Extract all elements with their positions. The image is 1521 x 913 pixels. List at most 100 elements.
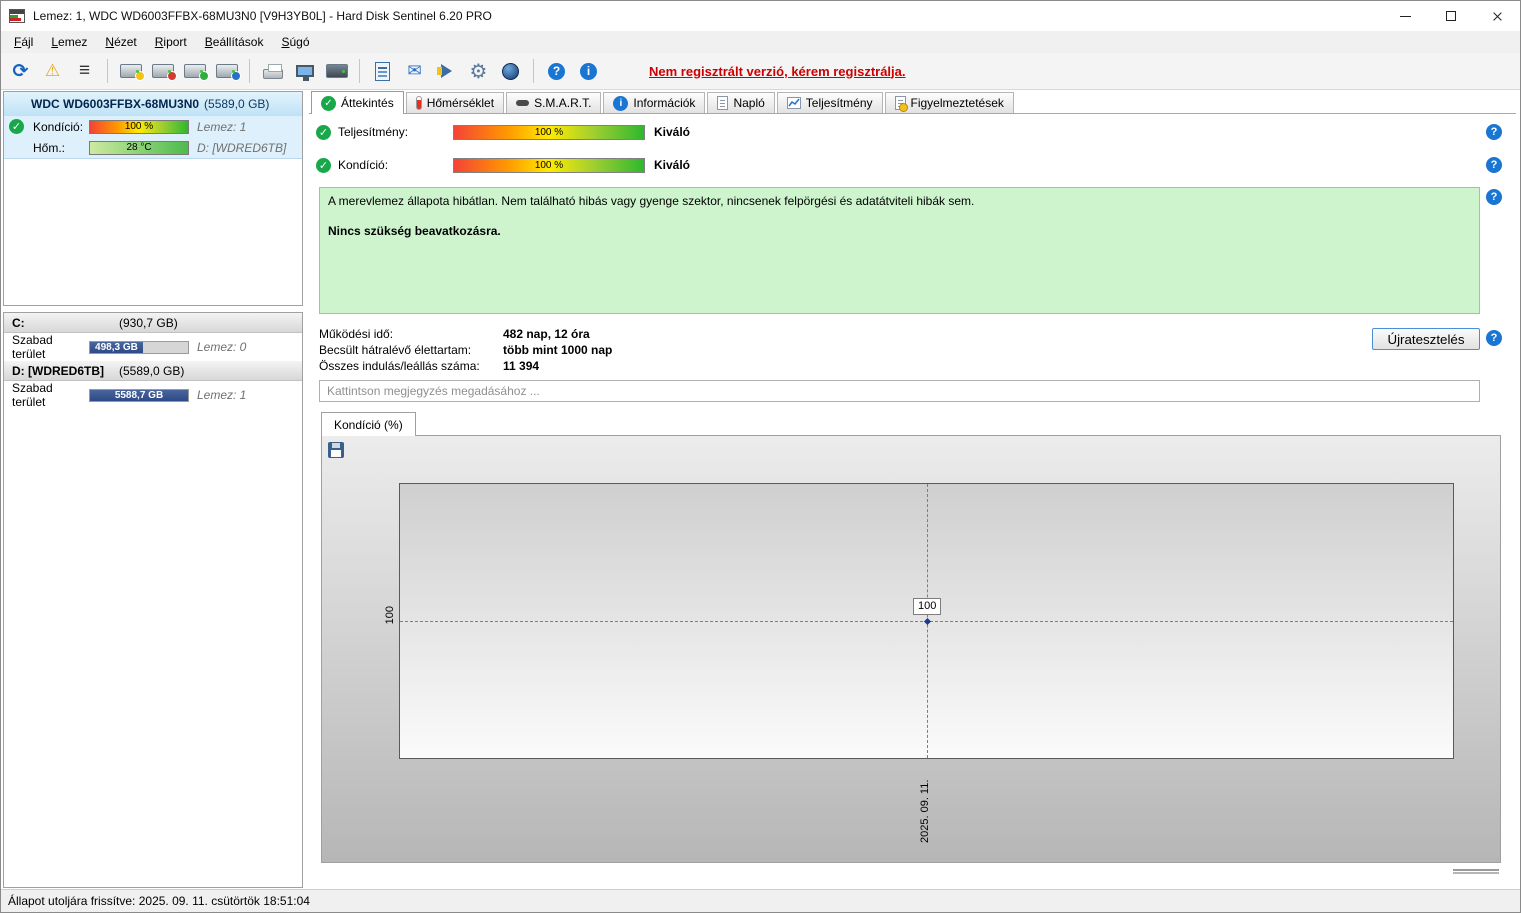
disk-extended-test-icon[interactable]: [149, 58, 177, 85]
chart-xtick-label: 2025. 09. 11.: [919, 779, 931, 843]
chart-ytick-label: 100: [384, 606, 396, 625]
app-logo-icon: [9, 9, 25, 23]
condition-row: ✓ Kondíció: 100 % Kiváló: [316, 156, 690, 174]
partition-item[interactable]: D: [WDRED6TB] (5589,0 GB) Szabad terület…: [4, 361, 302, 409]
disk-name-header: WDC WD6003FFBX-68MU3N0 (5589,0 GB): [4, 92, 302, 116]
retest-button[interactable]: Újratesztelés: [1372, 328, 1480, 350]
partition-header: D: [WDRED6TB] (5589,0 GB): [4, 361, 302, 381]
tab-information[interactable]: i Információk: [603, 92, 706, 113]
disk-temp-row: Hőm.: 28 °C D: [WDRED6TB]: [4, 137, 302, 158]
partition-size: (5589,0 GB): [119, 363, 185, 378]
status-ok-icon: ✓: [316, 124, 331, 140]
disk-surface-test-icon[interactable]: [181, 58, 209, 85]
alert-document-icon: [894, 96, 908, 112]
info-icon[interactable]: i: [575, 58, 602, 85]
save-chart-icon[interactable]: [328, 442, 344, 458]
menu-file[interactable]: Fájl: [5, 32, 42, 52]
warning-icon[interactable]: ⚠: [39, 58, 66, 85]
partition-size: (930,7 GB): [119, 315, 178, 330]
disk-tools-icon[interactable]: [213, 58, 241, 85]
condition-label: Kondíció:: [33, 119, 84, 134]
window-title: Lemez: 1, WDC WD6003FFBX-68MU3N0 [V9H3YB…: [33, 9, 492, 23]
partition-name: D: [WDRED6TB]: [12, 363, 104, 378]
chart-icon: [786, 97, 801, 109]
report-icon[interactable]: [369, 58, 396, 85]
performance-rating: Kiváló: [654, 125, 691, 139]
tab-smart[interactable]: S.M.A.R.T.: [506, 92, 602, 113]
performance-bar: 100 %: [453, 124, 645, 140]
free-space-label: Szabad terület: [12, 381, 53, 409]
disk-condition-row: ✓ Kondíció: 100 % Lemez: 1: [4, 116, 302, 137]
toolbar-separator: [249, 59, 250, 83]
partition-disk-index: Lemez: 1: [197, 388, 247, 402]
condition-bar: 100 %: [453, 157, 645, 173]
minimize-button[interactable]: [1382, 1, 1428, 31]
health-status-box: A merevlemez állapota hibátlan. Nem talá…: [319, 187, 1480, 314]
sidebar: WDC WD6003FFBX-68MU3N0 (5589,0 GB) ✓ Kon…: [3, 91, 303, 888]
disk-index-label: Lemez: 1: [197, 119, 247, 134]
register-link[interactable]: Nem regisztrált verzió, kérem regisztrál…: [649, 64, 906, 79]
refresh-icon[interactable]: ⟳: [7, 58, 34, 85]
tab-performance[interactable]: Teljesítmény: [776, 92, 883, 113]
free-space-bar: 498,3 GB: [89, 340, 189, 354]
tab-overview[interactable]: ✓ Áttekintés: [311, 91, 404, 114]
close-button[interactable]: [1474, 1, 1520, 31]
condition-rating: Kiváló: [654, 158, 691, 172]
disk-entry[interactable]: WDC WD6003FFBX-68MU3N0 (5589,0 GB) ✓ Kon…: [4, 92, 302, 159]
tab-alerts[interactable]: Figyelmeztetések: [884, 92, 1014, 113]
free-space-label: Szabad terület: [12, 333, 53, 361]
printer-icon[interactable]: [259, 58, 286, 85]
maximize-button[interactable]: [1428, 1, 1474, 31]
comment-input[interactable]: [319, 380, 1480, 402]
help-icon[interactable]: ?: [1486, 157, 1502, 173]
condition-chart: 100 100 2025. 09. 11.: [321, 435, 1501, 863]
partition-header: C: (930,7 GB): [4, 313, 302, 333]
tab-temperature[interactable]: Hőmérséklet: [405, 92, 505, 113]
performance-label: Teljesítmény:: [338, 125, 409, 139]
overview-content: ✓ Teljesítmény: 100 % Kiváló ? ✓ Kondíci…: [309, 114, 1516, 888]
help-icon[interactable]: ?: [543, 58, 570, 85]
main-panel: ✓ Áttekintés Hőmérséklet S.M.A.R.T. i In…: [309, 91, 1516, 888]
external-drive-icon[interactable]: [323, 58, 350, 85]
chart-tab[interactable]: Kondíció (%): [321, 412, 416, 436]
tab-log[interactable]: Napló: [707, 92, 775, 113]
globe-icon[interactable]: [497, 58, 524, 85]
partition-item[interactable]: C: (930,7 GB) Szabad terület 498,3 GB Le…: [4, 313, 302, 361]
toolbar-separator: [107, 59, 108, 83]
document-icon: [717, 96, 729, 110]
statusbar: Állapot utoljára frissítve: 2025. 09. 11…: [1, 889, 1520, 912]
info-circle-icon: i: [613, 95, 629, 111]
condition-bar: 100 %: [89, 119, 189, 134]
toolbar-separator: [359, 59, 360, 83]
status-text: Állapot utoljára frissítve: 2025. 09. 11…: [8, 894, 310, 908]
tab-bar: ✓ Áttekintés Hőmérséklet S.M.A.R.T. i In…: [309, 91, 1516, 114]
menu-view[interactable]: Nézet: [96, 32, 145, 52]
speaker-icon[interactable]: [433, 58, 460, 85]
report-list-icon[interactable]: ≡: [71, 58, 98, 85]
disk-name: WDC WD6003FFBX-68MU3N0: [31, 97, 200, 111]
condition-label: Kondíció:: [338, 158, 389, 172]
health-status-text: A merevlemez állapota hibátlan. Nem talá…: [328, 194, 975, 208]
settings-gear-icon[interactable]: ⚙: [465, 58, 492, 85]
help-icon[interactable]: ?: [1486, 124, 1502, 140]
resize-grip[interactable]: [1453, 869, 1499, 871]
disk-short-test-icon[interactable]: [117, 58, 145, 85]
menu-report[interactable]: Riport: [146, 32, 196, 52]
check-circle-icon: ✓: [321, 95, 336, 111]
chart-plot-area: 100 100 2025. 09. 11.: [384, 483, 1454, 843]
help-icon[interactable]: ?: [1486, 330, 1502, 346]
partition-free-row: Szabad terület 5588,7 GB Lemez: 1: [4, 381, 302, 409]
partition-list: C: (930,7 GB) Szabad terület 498,3 GB Le…: [3, 312, 303, 888]
help-icon[interactable]: ?: [1486, 189, 1502, 205]
computer-icon[interactable]: [291, 58, 318, 85]
menu-settings[interactable]: Beállítások: [196, 32, 273, 52]
status-ok-icon: ✓: [316, 157, 331, 173]
email-icon[interactable]: ✉: [401, 58, 428, 85]
temp-label: Hőm.:: [33, 140, 66, 155]
disk-list: WDC WD6003FFBX-68MU3N0 (5589,0 GB) ✓ Kon…: [3, 91, 303, 306]
menu-help[interactable]: Súgó: [272, 32, 318, 52]
performance-row: ✓ Teljesítmény: 100 % Kiváló: [316, 123, 690, 141]
stat-row: Becsült hátralévő élettartam: több mint …: [319, 343, 613, 357]
app-window: Lemez: 1, WDC WD6003FFBX-68MU3N0 [V9H3YB…: [0, 0, 1521, 913]
menu-disk[interactable]: Lemez: [42, 32, 96, 52]
